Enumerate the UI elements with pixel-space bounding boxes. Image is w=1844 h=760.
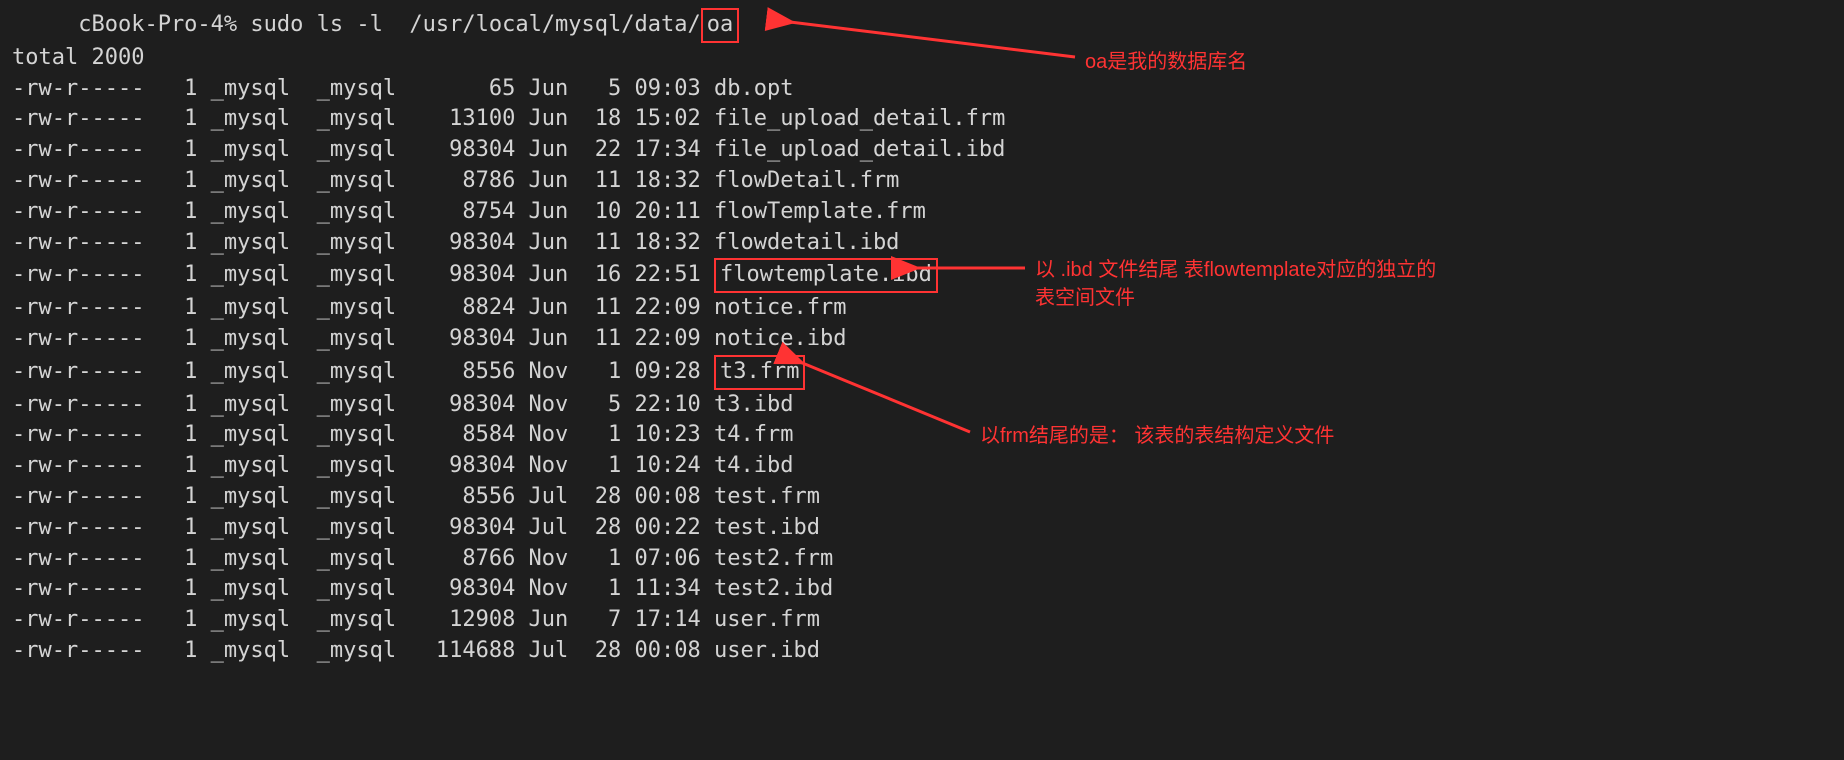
file-row-meta: -rw-r----- 1 _mysql _mysql 13100 Jun 18 …: [12, 106, 714, 131]
file-row-meta: -rw-r----- 1 _mysql _mysql 8584 Nov 1 10…: [12, 422, 714, 447]
annotation-frm: 以frm结尾的是： 该表的表结构定义文件: [980, 422, 1334, 450]
file-row: -rw-r----- 1 _mysql _mysql 98304 Jun 11 …: [12, 324, 1832, 355]
file-row-meta: -rw-r----- 1 _mysql _mysql 98304 Jun 11 …: [12, 326, 714, 351]
file-row-meta: -rw-r----- 1 _mysql _mysql 98304 Nov 1 1…: [12, 576, 714, 601]
file-row-meta: -rw-r----- 1 _mysql _mysql 8556 Jul 28 0…: [12, 484, 714, 509]
file-row: -rw-r----- 1 _mysql _mysql 13100 Jun 18 …: [12, 104, 1832, 135]
file-row: -rw-r----- 1 _mysql _mysql 98304 Jun 22 …: [12, 135, 1832, 166]
file-name: notice.frm: [714, 295, 846, 320]
file-name: user.ibd: [714, 638, 820, 663]
file-row: -rw-r----- 1 _mysql _mysql 8824 Jun 11 2…: [12, 293, 1832, 324]
file-row: -rw-r----- 1 _mysql _mysql 8556 Jul 28 0…: [12, 482, 1832, 513]
file-row-meta: -rw-r----- 1 _mysql _mysql 8786 Jun 11 1…: [12, 168, 714, 193]
file-row: -rw-r----- 1 _mysql _mysql 98304 Jun 16 …: [12, 258, 1832, 293]
file-row-meta: -rw-r----- 1 _mysql _mysql 65 Jun 5 09:0…: [12, 76, 714, 101]
total-line: total 2000: [12, 43, 1832, 74]
file-name: test.ibd: [714, 515, 820, 540]
file-name: notice.ibd: [714, 326, 846, 351]
file-name: flowDetail.frm: [714, 168, 899, 193]
file-name: test2.ibd: [714, 576, 833, 601]
file-name: file_upload_detail.frm: [714, 106, 1005, 131]
file-name: t3.frm: [714, 355, 805, 390]
file-row: -rw-r----- 1 _mysql _mysql 98304 Nov 1 1…: [12, 451, 1832, 482]
annotation-ibd: 以 .ibd 文件结尾 表flowtemplate对应的独立的 表空间文件: [1035, 256, 1436, 312]
file-row: -rw-r----- 1 _mysql _mysql 8786 Jun 11 1…: [12, 166, 1832, 197]
file-name: flowdetail.ibd: [714, 230, 899, 255]
annotation-ibd-line1: 以 .ibd 文件结尾 表flowtemplate对应的独立的: [1035, 256, 1436, 284]
file-name: test2.frm: [714, 546, 833, 571]
file-row-meta: -rw-r----- 1 _mysql _mysql 98304 Jul 28 …: [12, 515, 714, 540]
file-row-meta: -rw-r----- 1 _mysql _mysql 12908 Jun 7 1…: [12, 607, 714, 632]
file-row: -rw-r----- 1 _mysql _mysql 98304 Jul 28 …: [12, 513, 1832, 544]
file-row: -rw-r----- 1 _mysql _mysql 8754 Jun 10 2…: [12, 197, 1832, 228]
file-row: -rw-r----- 1 _mysql _mysql 8556 Nov 1 09…: [12, 355, 1832, 390]
file-row-meta: -rw-r----- 1 _mysql _mysql 8556 Nov 1 09…: [12, 359, 714, 384]
command-text: sudo ls -l /usr/local/mysql/data/: [250, 12, 700, 37]
file-row-meta: -rw-r----- 1 _mysql _mysql 114688 Jul 28…: [12, 638, 714, 663]
file-row: -rw-r----- 1 _mysql _mysql 98304 Nov 1 1…: [12, 574, 1832, 605]
file-row-meta: -rw-r----- 1 _mysql _mysql 98304 Jun 22 …: [12, 137, 714, 162]
file-row: -rw-r----- 1 _mysql _mysql 8584 Nov 1 10…: [12, 420, 1832, 451]
highlight-oa: oa: [701, 8, 740, 43]
file-name: t4.frm: [714, 422, 793, 447]
file-row-meta: -rw-r----- 1 _mysql _mysql 98304 Nov 5 2…: [12, 392, 714, 417]
file-row: -rw-r----- 1 _mysql _mysql 8766 Nov 1 07…: [12, 544, 1832, 575]
file-row-meta: -rw-r----- 1 _mysql _mysql 8766 Nov 1 07…: [12, 546, 714, 571]
file-name: t3.ibd: [714, 392, 793, 417]
prompt-line: cBook-Pro-4% sudo ls -l /usr/local/mysql…: [12, 8, 1832, 43]
file-row-meta: -rw-r----- 1 _mysql _mysql 8824 Jun 11 2…: [12, 295, 714, 320]
annotation-oa: oa是我的数据库名: [1085, 48, 1247, 76]
file-name: test.frm: [714, 484, 820, 509]
file-row: -rw-r----- 1 _mysql _mysql 12908 Jun 7 1…: [12, 605, 1832, 636]
file-name: user.frm: [714, 607, 820, 632]
file-row: -rw-r----- 1 _mysql _mysql 98304 Nov 5 2…: [12, 390, 1832, 421]
file-row-meta: -rw-r----- 1 _mysql _mysql 98304 Nov 1 1…: [12, 453, 714, 478]
file-row: -rw-r----- 1 _mysql _mysql 65 Jun 5 09:0…: [12, 74, 1832, 105]
file-row-meta: -rw-r----- 1 _mysql _mysql 8754 Jun 10 2…: [12, 199, 714, 224]
host-prefix: cBook-Pro-4%: [12, 12, 250, 37]
file-row: -rw-r----- 1 _mysql _mysql 98304 Jun 11 …: [12, 228, 1832, 259]
file-name: flowtemplate.ibd: [714, 258, 938, 293]
file-name: file_upload_detail.ibd: [714, 137, 1005, 162]
file-name: flowTemplate.frm: [714, 199, 926, 224]
file-row-meta: -rw-r----- 1 _mysql _mysql 98304 Jun 16 …: [12, 262, 714, 287]
file-name: db.opt: [714, 76, 793, 101]
file-row-meta: -rw-r----- 1 _mysql _mysql 98304 Jun 11 …: [12, 230, 714, 255]
annotation-ibd-line2: 表空间文件: [1035, 284, 1436, 312]
file-listing: -rw-r----- 1 _mysql _mysql 65 Jun 5 09:0…: [12, 74, 1832, 667]
file-name: t4.ibd: [714, 453, 793, 478]
file-row: -rw-r----- 1 _mysql _mysql 114688 Jul 28…: [12, 636, 1832, 667]
